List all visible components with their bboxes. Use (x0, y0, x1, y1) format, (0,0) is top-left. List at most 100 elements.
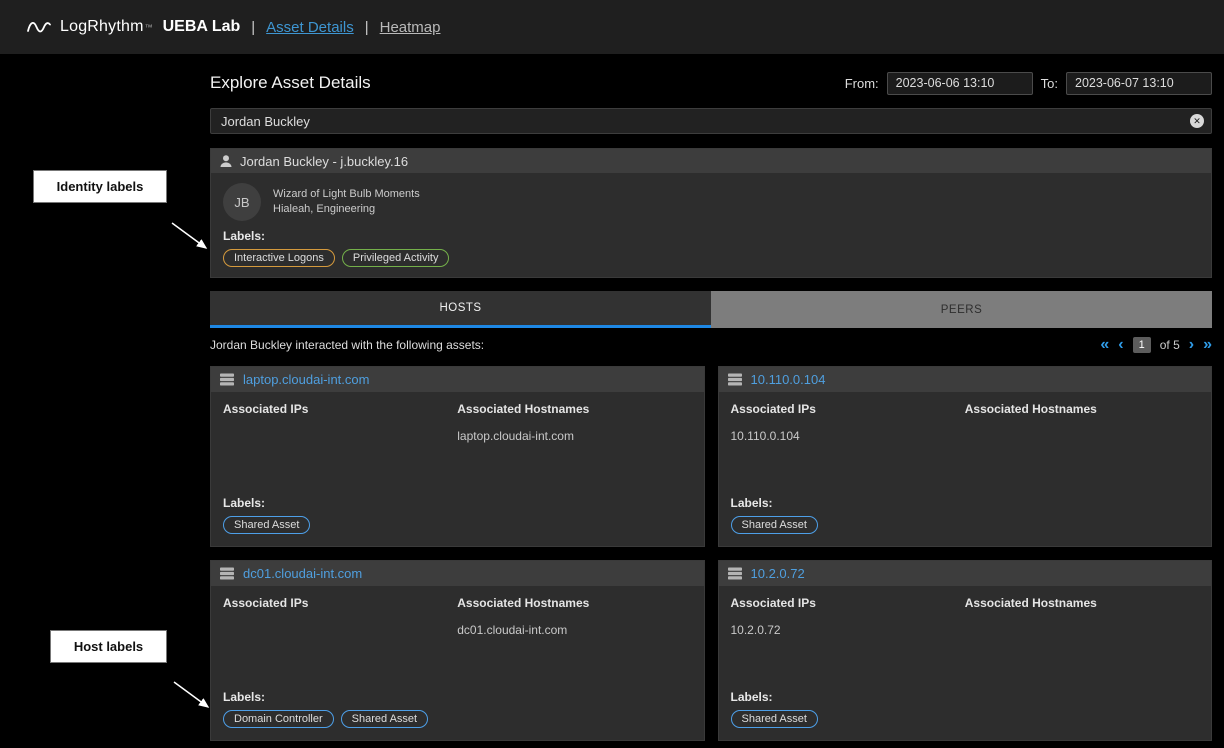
identity-summary: JB Wizard of Light Bulb Moments Hialeah,… (223, 183, 1199, 221)
asset-title-link[interactable]: 10.2.0.72 (751, 566, 805, 581)
page-count-text: of 5 (1160, 338, 1180, 352)
search-input[interactable] (210, 108, 1212, 134)
asset-card: laptop.cloudai-int.com Associated IPs As… (210, 366, 705, 547)
associated-ips-header: Associated IPs (223, 596, 457, 610)
nav-separator: | (365, 19, 369, 36)
associated-ips-header: Associated IPs (731, 402, 965, 416)
asset-cards-grid: laptop.cloudai-int.com Associated IPs As… (210, 366, 1212, 741)
annotation-arrow-icon (169, 220, 215, 256)
date-range-controls: From: To: (845, 72, 1212, 95)
associated-hostnames-column: Associated Hostnames dc01.cloudai-int.co… (457, 596, 691, 682)
from-date-input[interactable] (887, 72, 1033, 95)
clear-search-icon[interactable]: ✕ (1190, 114, 1204, 128)
last-page-icon[interactable]: » (1203, 337, 1212, 353)
associated-ips-header: Associated IPs (731, 596, 965, 610)
asset-label-pill: Domain Controller (223, 710, 334, 728)
asset-labels: Shared Asset (731, 710, 1200, 728)
associated-hostnames-column: Associated Hostnames laptop.cloudai-int.… (457, 402, 691, 488)
associated-hostnames-header: Associated Hostnames (457, 596, 691, 610)
asset-card: dc01.cloudai-int.com Associated IPs Asso… (210, 560, 705, 741)
associated-ips-header: Associated IPs (223, 402, 457, 416)
associated-ips-value: 10.110.0.104 (731, 429, 965, 443)
nav-separator: | (251, 19, 255, 36)
asset-label-pill: Shared Asset (731, 516, 818, 534)
asset-columns: Associated IPs Associated Hostnames lapt… (223, 402, 692, 488)
tab-bar: HOSTS PEERS (210, 291, 1212, 328)
associated-hostnames-header: Associated Hostnames (965, 402, 1199, 416)
asset-labels-caption: Labels: (223, 690, 692, 704)
tab-hosts[interactable]: HOSTS (210, 291, 711, 328)
to-date-input[interactable] (1066, 72, 1212, 95)
first-page-icon[interactable]: « (1100, 337, 1109, 353)
associated-hostnames-header: Associated Hostnames (457, 402, 691, 416)
asset-card: 10.2.0.72 Associated IPs 10.2.0.72 Assoc… (718, 560, 1213, 741)
to-label: To: (1041, 76, 1058, 91)
asset-columns: Associated IPs Associated Hostnames dc01… (223, 596, 692, 682)
associated-ips-column: Associated IPs (223, 402, 457, 488)
identity-label-pill: Privileged Activity (342, 249, 450, 267)
identity-role: Wizard of Light Bulb Moments (273, 187, 420, 202)
associated-ips-column: Associated IPs 10.2.0.72 (731, 596, 965, 682)
asset-labels: Domain Controller Shared Asset (223, 710, 692, 728)
tab-peers[interactable]: PEERS (711, 291, 1212, 328)
assets-intro-text: Jordan Buckley interacted with the follo… (210, 338, 484, 352)
identity-label-pill: Interactive Logons (223, 249, 335, 267)
identity-header-title: Jordan Buckley - j.buckley.16 (240, 154, 408, 169)
asset-labels-caption: Labels: (731, 496, 1200, 510)
identity-info: Wizard of Light Bulb Moments Hialeah, En… (273, 187, 420, 217)
asset-columns: Associated IPs 10.2.0.72 Associated Host… (731, 596, 1200, 682)
associated-hostnames-value: laptop.cloudai-int.com (457, 429, 691, 443)
asset-card-body: Associated IPs Associated Hostnames lapt… (211, 392, 704, 546)
associated-hostnames-column: Associated Hostnames (965, 596, 1199, 682)
asset-label-pill: Shared Asset (341, 710, 428, 728)
asset-card-header: 10.2.0.72 (719, 561, 1212, 586)
asset-labels: Shared Asset (223, 516, 692, 534)
server-icon (219, 567, 235, 580)
annotation-identity-labels: Identity labels (33, 170, 167, 203)
nav-link-asset-details[interactable]: Asset Details (266, 19, 354, 36)
avatar: JB (223, 183, 261, 221)
asset-title-link[interactable]: 10.110.0.104 (751, 372, 826, 387)
associated-ips-value: 10.2.0.72 (731, 623, 965, 637)
associated-ips-value (223, 623, 457, 637)
identity-labels-caption: Labels: (223, 229, 1199, 243)
identity-labels: Interactive Logons Privileged Activity (223, 249, 1199, 267)
asset-title-link[interactable]: laptop.cloudai-int.com (243, 372, 369, 387)
asset-label-pill: Shared Asset (223, 516, 310, 534)
identity-card-body: JB Wizard of Light Bulb Moments Hialeah,… (211, 173, 1211, 277)
asset-labels-caption: Labels: (731, 690, 1200, 704)
asset-labels-caption: Labels: (223, 496, 692, 510)
annotation-arrow-icon (171, 679, 217, 715)
asset-title-link[interactable]: dc01.cloudai-int.com (243, 566, 362, 581)
header-row: Explore Asset Details From: To: (210, 70, 1212, 96)
from-label: From: (845, 76, 879, 91)
asset-card-header: dc01.cloudai-int.com (211, 561, 704, 586)
page-title: Explore Asset Details (210, 73, 371, 93)
associated-hostnames-value (965, 623, 1199, 637)
prev-page-icon[interactable]: ‹ (1118, 337, 1123, 353)
asset-label-pill: Shared Asset (731, 710, 818, 728)
associated-hostnames-value (965, 429, 1199, 443)
server-icon (727, 567, 743, 580)
associated-hostnames-value: dc01.cloudai-int.com (457, 623, 691, 637)
asset-card: 10.110.0.104 Associated IPs 10.110.0.104… (718, 366, 1213, 547)
identity-card: Jordan Buckley - j.buckley.16 JB Wizard … (210, 148, 1212, 278)
associated-ips-column: Associated IPs 10.110.0.104 (731, 402, 965, 488)
app-name: UEBA Lab (163, 18, 241, 36)
server-icon (219, 373, 235, 386)
server-icon (727, 373, 743, 386)
search-bar: ✕ (210, 108, 1212, 134)
brand-trademark: ™ (145, 23, 153, 32)
asset-card-header: 10.110.0.104 (719, 367, 1212, 392)
page: LogRhythm ™ UEBA Lab | Asset Details | H… (0, 0, 1224, 748)
associated-hostnames-column: Associated Hostnames (965, 402, 1199, 488)
asset-card-header: laptop.cloudai-int.com (211, 367, 704, 392)
nav-link-heatmap[interactable]: Heatmap (380, 19, 441, 36)
brand-name: LogRhythm (60, 18, 144, 36)
main-content: Explore Asset Details From: To: ✕ (210, 55, 1212, 741)
next-page-icon[interactable]: › (1189, 337, 1194, 353)
logrhythm-logo-icon (26, 17, 52, 37)
assets-row: Jordan Buckley interacted with the follo… (210, 333, 1212, 357)
asset-card-body: Associated IPs 10.110.0.104 Associated H… (719, 392, 1212, 546)
asset-card-body: Associated IPs Associated Hostnames dc01… (211, 586, 704, 740)
